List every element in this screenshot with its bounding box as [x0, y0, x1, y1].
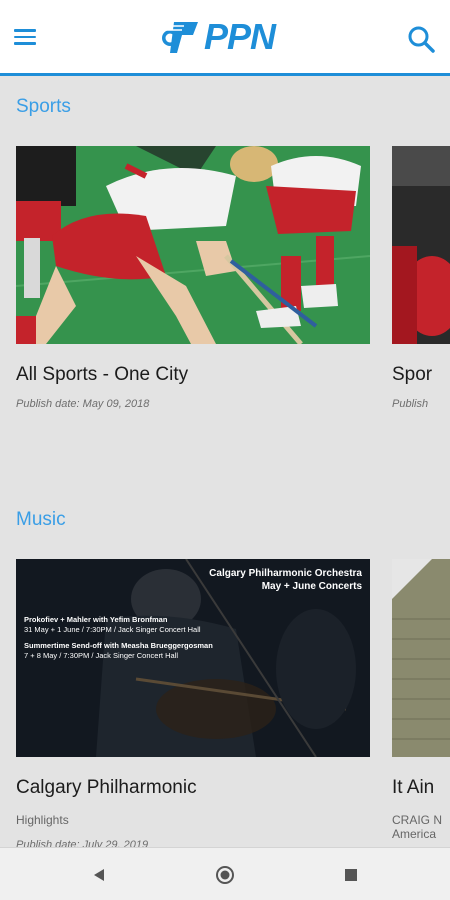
- poster-concert-1-title: Prokofiev + Mahler with Yefim Bronfman: [24, 615, 168, 624]
- home-circle-icon[interactable]: [212, 862, 238, 888]
- sports-card-peek[interactable]: Spor Publish: [392, 146, 450, 410]
- card-title[interactable]: It Ain: [392, 777, 450, 799]
- card-title[interactable]: Spor: [392, 364, 450, 386]
- ppn-logo[interactable]: PPN: [160, 14, 300, 60]
- field-hockey-image: [16, 146, 370, 344]
- card-subtitle: CRAIG N America: [392, 813, 450, 841]
- music-thumbnail[interactable]: Calgary Philharmonic Orchestra May + Jun…: [16, 559, 370, 757]
- system-nav-bar: [0, 847, 450, 900]
- card-subtitle: Highlights: [16, 813, 69, 827]
- music-card-row[interactable]: Calgary Philharmonic Orchestra May + Jun…: [0, 559, 450, 847]
- poster-concert-1-detail: 31 May + 1 June / 7:30PM / Jack Singer C…: [24, 625, 201, 634]
- music-card-calgary-philharmonic[interactable]: Calgary Philharmonic Orchestra May + Jun…: [16, 559, 370, 847]
- recents-square-icon[interactable]: [338, 862, 364, 888]
- sports-peek-image: [392, 146, 450, 344]
- poster-heading: Calgary Philharmonic Orchestra: [209, 568, 362, 579]
- poster-subheading: May + June Concerts: [261, 581, 362, 592]
- poster-concert-list: Prokofiev + Mahler with Yefim Bronfman 3…: [24, 615, 213, 661]
- logo-text: PPN: [204, 16, 276, 57]
- hamburger-menu-icon[interactable]: [14, 24, 40, 50]
- section-title-sports: Sports: [16, 96, 71, 117]
- section-title-music: Music: [16, 509, 66, 530]
- music-peek-thumbnail[interactable]: [392, 559, 450, 757]
- publish-date: Publish: [392, 398, 429, 410]
- card-title[interactable]: Calgary Philharmonic: [16, 777, 370, 799]
- poster-heading-block: Calgary Philharmonic Orchestra May + Jun…: [209, 567, 362, 593]
- logo-mark-icon: [162, 22, 198, 53]
- sports-card-all-sports[interactable]: All Sports - One City Publish date: May …: [16, 146, 370, 410]
- publish-date: Publish date: July 29, 2019: [16, 839, 149, 847]
- content-scroll[interactable]: Sports All Sports - One City Publish dat…: [0, 79, 450, 847]
- app-bar: PPN: [0, 0, 450, 76]
- card-subtitle-line-2: America: [392, 827, 437, 841]
- music-card-peek[interactable]: It Ain CRAIG N America: [392, 559, 450, 841]
- poster-concert-2-title: Summertime Send-off with Measha Bruegger…: [24, 641, 213, 650]
- card-title[interactable]: All Sports - One City: [16, 364, 370, 386]
- poster-concert-2-detail: 7 + 8 May / 7:30PM / Jack Singer Concert…: [24, 651, 179, 660]
- sports-card-row[interactable]: All Sports - One City Publish date: May …: [0, 146, 450, 416]
- building-image: [392, 559, 450, 757]
- sports-thumbnail[interactable]: [16, 146, 370, 344]
- search-icon[interactable]: [406, 24, 436, 54]
- back-triangle-icon[interactable]: [86, 862, 112, 888]
- card-subtitle-line-1: CRAIG N: [392, 813, 443, 827]
- sports-peek-thumbnail[interactable]: [392, 146, 450, 344]
- publish-date: Publish date: May 09, 2018: [16, 398, 150, 410]
